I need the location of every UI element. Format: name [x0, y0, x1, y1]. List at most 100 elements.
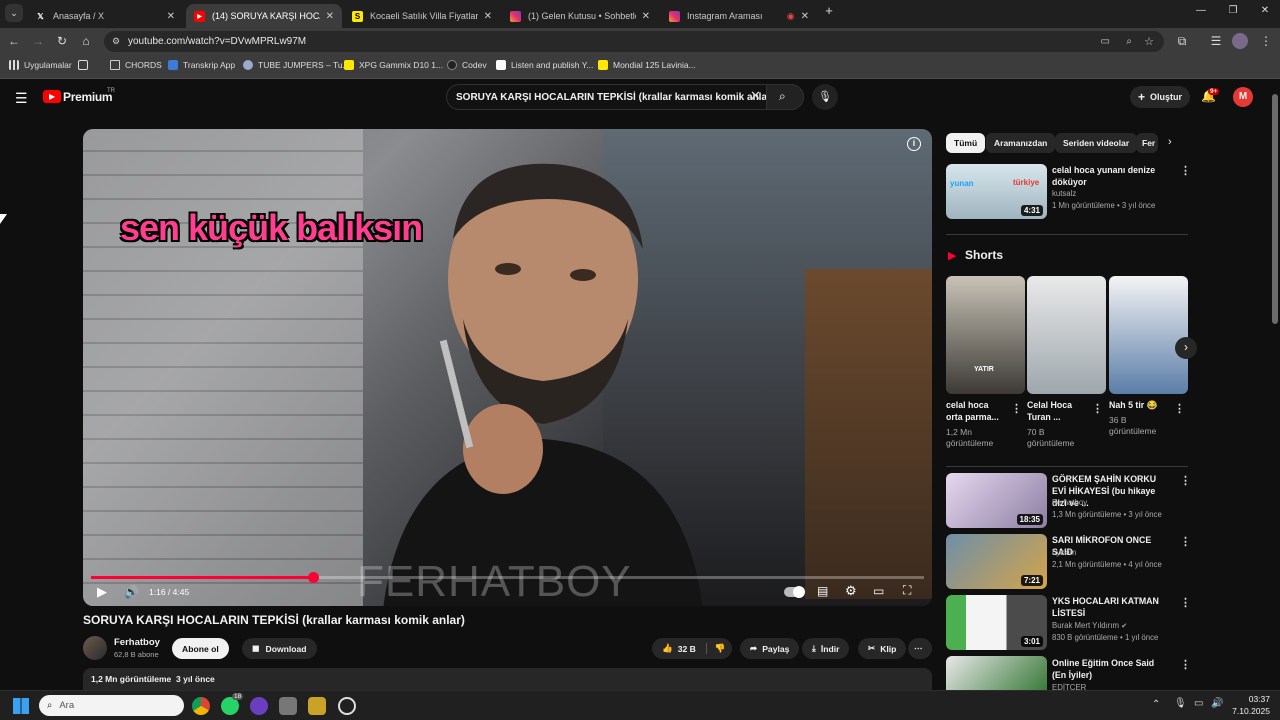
- channel-name[interactable]: Ferhatboy: [114, 637, 160, 648]
- more-options-icon[interactable]: ⋮: [1180, 658, 1191, 671]
- bookmark-star-icon[interactable]: ☆: [1144, 35, 1154, 48]
- thumbs-down-icon[interactable]: 👎: [705, 643, 726, 654]
- clock-date[interactable]: 7.10.2025: [1226, 706, 1270, 716]
- chip-all[interactable]: Tümü: [946, 133, 986, 153]
- zoom-icon[interactable]: ⌕: [1126, 36, 1132, 47]
- youtube-premium-logo[interactable]: Premium: [63, 90, 113, 104]
- account-avatar[interactable]: M: [1233, 87, 1253, 107]
- minimize-button[interactable]: —: [1186, 5, 1216, 16]
- scrollbar-thumb[interactable]: [1272, 94, 1278, 324]
- maximize-button[interactable]: ❐: [1218, 5, 1248, 16]
- cast-icon[interactable]: ▭: [1101, 36, 1110, 47]
- short-title[interactable]: Nah 5 tir 😂: [1109, 399, 1171, 411]
- close-window-button[interactable]: ✕: [1250, 5, 1280, 16]
- short-title[interactable]: celal hoca orta parma...: [946, 399, 1006, 423]
- profile-avatar[interactable]: [1232, 33, 1248, 49]
- video-thumbnail[interactable]: [946, 656, 1047, 690]
- channel-avatar[interactable]: [83, 636, 107, 660]
- short-title[interactable]: Celal Hoca Turan ...: [1027, 399, 1087, 423]
- clip-button[interactable]: ✂ Klip: [858, 638, 907, 659]
- info-icon[interactable]: i: [907, 137, 921, 151]
- progress-track[interactable]: [91, 572, 924, 583]
- bookmark-grid[interactable]: [78, 60, 93, 70]
- chip-series[interactable]: Seriden videolar: [1055, 133, 1138, 153]
- address-bar[interactable]: ⚙ youtube.com/watch?v=DVwMPRLw97M ▭ ⌕ ☆: [104, 31, 1164, 52]
- bookmark-transkrip[interactable]: Transkrip App: [168, 60, 235, 70]
- more-options-icon[interactable]: ⋮: [1011, 402, 1022, 415]
- close-icon[interactable]: ✕: [801, 11, 809, 22]
- related-video-channel[interactable]: Ferhatboy: [1052, 497, 1087, 508]
- related-video-title[interactable]: Online Eğitim Once Said (En İyiler): [1052, 657, 1170, 681]
- tab-x[interactable]: 𝕏 Anasayfa / X ✕: [27, 4, 183, 28]
- page-scrollbar[interactable]: [1272, 84, 1278, 687]
- tab-sahibinden[interactable]: S Kocaeli Satılık Villa Fiyatları ve Vil…: [344, 4, 500, 28]
- more-options-icon[interactable]: ⋮: [1180, 474, 1191, 487]
- microphone-icon[interactable]: 🎙: [1174, 698, 1187, 709]
- more-actions-button[interactable]: ⋯: [908, 638, 932, 659]
- chevron-right-icon[interactable]: ›: [1168, 136, 1172, 148]
- forward-icon[interactable]: →: [30, 34, 46, 48]
- related-video-channel[interactable]: Burak Mert Yıldırım ✔: [1052, 620, 1127, 632]
- bookmark-xpg[interactable]: XPG Gammix D10 1...: [344, 60, 443, 70]
- more-options-icon[interactable]: ⋮: [1180, 535, 1191, 548]
- settings-gear-icon[interactable]: ⚙: [845, 583, 857, 599]
- close-icon[interactable]: ✕: [484, 11, 492, 22]
- reload-icon[interactable]: ↻: [54, 34, 70, 48]
- chip-channel[interactable]: Fer: [1136, 133, 1158, 153]
- video-thumbnail[interactable]: 7:21: [946, 534, 1047, 589]
- app-icon[interactable]: [250, 697, 268, 715]
- back-icon[interactable]: ←: [6, 34, 22, 48]
- short-thumbnail[interactable]: [1027, 276, 1106, 394]
- volume-icon[interactable]: 🔊: [124, 585, 139, 599]
- bookmark-apps[interactable]: Uygulamalar: [9, 60, 72, 70]
- autoplay-toggle[interactable]: [784, 586, 805, 598]
- share-button[interactable]: ➦ Paylaş: [740, 638, 800, 659]
- tab-instagram-search[interactable]: Instagram Araması ◉ ✕: [661, 4, 817, 28]
- download-button[interactable]: ⤓ İndir: [802, 638, 850, 659]
- clock-time[interactable]: 03:37: [1232, 694, 1270, 704]
- close-icon[interactable]: ✕: [167, 11, 175, 22]
- related-video-channel[interactable]: EDİTCER: [1052, 682, 1086, 690]
- related-video-channel[interactable]: kutsalz: [1052, 188, 1076, 199]
- site-info-icon[interactable]: ⚙: [112, 36, 120, 47]
- menu-icon[interactable]: ⋮: [1258, 34, 1274, 48]
- close-icon[interactable]: ✕: [642, 11, 650, 22]
- related-video-title[interactable]: celal hoca yunanı denize döküyor: [1052, 164, 1162, 188]
- theater-mode-icon[interactable]: ▭: [873, 584, 884, 598]
- subscribe-button[interactable]: Abone ol: [172, 638, 229, 659]
- thumbs-up-icon[interactable]: 👍: [662, 643, 673, 654]
- related-video-channel[interactable]: byzkim: [1052, 547, 1076, 558]
- fullscreen-icon[interactable]: ⛶: [903, 583, 911, 598]
- video-thumbnail[interactable]: yunan türkiye 4:31: [946, 164, 1047, 219]
- play-icon[interactable]: ▶: [97, 584, 107, 600]
- bookmark-mondial[interactable]: Mondial 125 Lavinia...: [598, 60, 696, 70]
- new-tab-button[interactable]: +: [814, 3, 844, 18]
- voice-search-icon[interactable]: 🎙: [812, 84, 838, 110]
- bookmark-tube-jumpers[interactable]: TUBE JUMPERS – Tu...: [243, 60, 350, 70]
- progress-scrubber[interactable]: [307, 572, 319, 583]
- hamburger-menu-icon[interactable]: ☰: [15, 90, 28, 107]
- short-thumbnail[interactable]: YATIR: [946, 276, 1025, 394]
- youtube-logo-icon[interactable]: ▶: [43, 90, 61, 103]
- app-icon[interactable]: [308, 697, 326, 715]
- more-options-icon[interactable]: ⋮: [1180, 596, 1191, 609]
- tab-search-icon[interactable]: ⌄: [5, 4, 23, 22]
- chip-from-search[interactable]: Aramanızdan: [986, 133, 1056, 153]
- description-box[interactable]: 1,2 Mn görüntüleme 3 yıl önce: [83, 668, 932, 690]
- tray-chevron-icon[interactable]: ⌃: [1152, 699, 1160, 710]
- display-icon[interactable]: ▭: [1194, 698, 1203, 709]
- tab-youtube[interactable]: ▶ (14) SORUYA KARŞI HOCALARIN TEPKİSİ ✕: [186, 4, 342, 28]
- search-button[interactable]: ⌕: [766, 84, 804, 110]
- tab-instagram-inbox[interactable]: (1) Gelen Kutusu • Sohbetler ✕: [502, 4, 658, 28]
- shorts-next-button[interactable]: ›: [1175, 337, 1197, 359]
- create-button[interactable]: + Oluştur: [1130, 86, 1190, 108]
- bookmark-listen[interactable]: Listen and publish Y...: [496, 60, 593, 70]
- more-options-icon[interactable]: ⋮: [1180, 164, 1191, 177]
- video-player[interactable]: sen küçük balıksın FERHATBOY i ▶ 🔊 1:16 …: [83, 129, 932, 606]
- bookmark-codev[interactable]: Codev: [447, 60, 487, 70]
- close-icon[interactable]: ✕: [326, 11, 334, 22]
- bookmark-chords[interactable]: CHORDS: [110, 60, 162, 70]
- video-thumbnail[interactable]: 18:35: [946, 473, 1047, 528]
- clear-search-icon[interactable]: ✕: [750, 88, 761, 104]
- obs-icon[interactable]: [338, 697, 356, 715]
